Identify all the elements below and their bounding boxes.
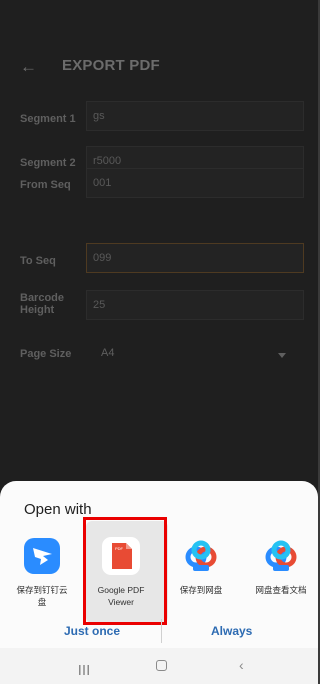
just-once-button[interactable]: Just once [64,624,120,638]
app-label: 网盘查看文档 [255,585,307,595]
recents-icon[interactable] [78,662,90,675]
back-arrow-icon[interactable]: ← [20,58,40,75]
always-button[interactable]: Always [211,624,252,638]
barcode-height-row: Barcode Height 25 [0,290,318,332]
sheet-title: Open with [24,501,92,518]
app-label: 保存到钉钉云盘 [16,585,68,607]
home-icon[interactable] [156,660,167,671]
action-divider [161,619,162,643]
segment1-input[interactable]: gs [86,101,304,131]
baidu-netdisk-icon [182,537,220,575]
from-seq-input[interactable]: 001 [86,168,304,198]
to-seq-label: To Seq [20,255,56,267]
app-option-save-to-netdisk[interactable]: 保存到网盘 [164,537,238,637]
app-option-view-document[interactable]: 网盘查看文档 [244,537,318,637]
barcode-height-input[interactable]: 25 [86,290,304,320]
page-size-row[interactable]: Page Size A4 [0,338,318,380]
from-seq-label: From Seq [20,179,71,191]
selection-highlight-box [83,517,167,625]
app-header: ← EXPORT PDF [0,0,318,95]
from-seq-row: From Seq 001 [0,168,318,210]
dingtalk-icon [23,537,61,575]
barcode-label-line1: Barcode [20,292,65,304]
segment1-row: Segment 1 gs [0,95,318,137]
baidu-netdisk-icon [262,537,300,575]
system-nav-bar: ‹ [0,648,318,684]
to-seq-input[interactable]: 099 [86,243,304,273]
page-title: EXPORT PDF [62,57,160,74]
barcode-label-line2: Height [20,304,55,316]
segment1-label: Segment 1 [20,113,76,125]
dropdown-caret-icon[interactable] [278,353,286,358]
nav-back-icon[interactable]: ‹ [239,658,249,672]
page-size-value[interactable]: A4 [101,347,114,359]
app-label: 保存到网盘 [179,585,223,595]
to-seq-row: To Seq 099 [0,243,318,285]
page-size-label: Page Size [20,348,72,360]
app-option-dingtalk[interactable]: 保存到钉钉云盘 [5,537,79,637]
